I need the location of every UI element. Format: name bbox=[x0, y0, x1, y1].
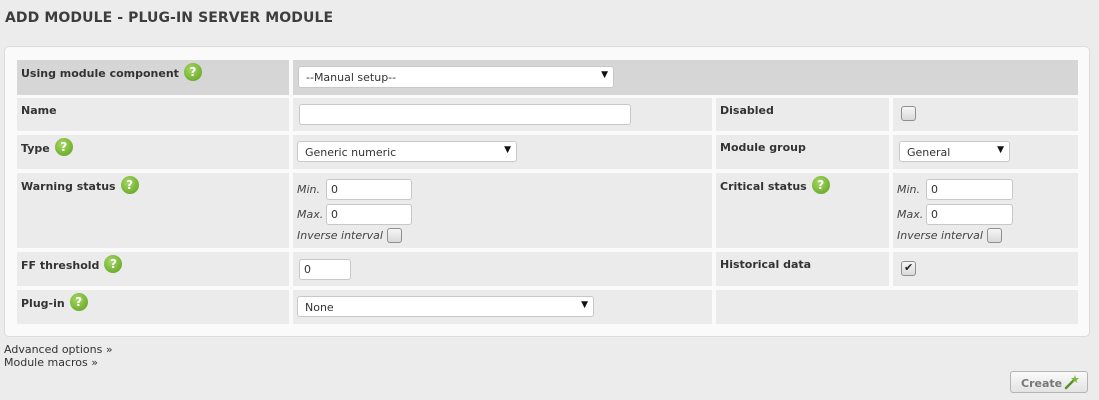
plugin-empty-cell bbox=[716, 290, 1078, 324]
type-label: Type bbox=[21, 142, 50, 155]
type-select[interactable]: Generic numeric ▼ bbox=[297, 141, 517, 162]
critical-label: Critical status bbox=[720, 180, 807, 193]
warning-label: Warning status bbox=[21, 180, 116, 193]
help-icon[interactable]: ? bbox=[811, 176, 830, 194]
disabled-checkbox[interactable] bbox=[901, 106, 916, 121]
historical-value-cell bbox=[893, 252, 1078, 286]
historical-checkbox[interactable] bbox=[901, 261, 916, 276]
chevron-down-icon: ▼ bbox=[601, 70, 608, 80]
ff-threshold-input[interactable]: 0 bbox=[299, 259, 351, 280]
critical-max-label: Max. bbox=[897, 208, 924, 221]
warning-value-cell: Min. 0 Max. 0 Inverse interval bbox=[293, 173, 712, 248]
module-group-value-cell: General ▼ bbox=[893, 135, 1078, 169]
name-label-cell: Name bbox=[17, 98, 289, 131]
ff-threshold-label-cell: FF threshold? bbox=[17, 252, 289, 286]
name-input[interactable] bbox=[299, 104, 631, 125]
plugin-label-cell: Plug-in? bbox=[17, 290, 289, 324]
critical-label-cell: Critical status? bbox=[716, 173, 889, 248]
warning-max-input[interactable]: 0 bbox=[326, 204, 412, 225]
name-label: Name bbox=[21, 104, 57, 117]
critical-inverse-label: Inverse interval bbox=[897, 229, 983, 242]
warning-max-label: Max. bbox=[297, 208, 324, 221]
help-icon[interactable]: ? bbox=[183, 63, 202, 81]
help-icon[interactable]: ? bbox=[104, 255, 123, 273]
plugin-value-cell: None ▼ bbox=[293, 290, 712, 324]
component-select[interactable]: --Manual setup-- ▼ bbox=[298, 66, 614, 88]
help-icon[interactable]: ? bbox=[54, 138, 73, 156]
warning-label-cell: Warning status? bbox=[17, 173, 289, 248]
historical-label: Historical data bbox=[720, 258, 812, 271]
disabled-label: Disabled bbox=[720, 104, 774, 117]
plugin-label: Plug-in bbox=[21, 297, 65, 310]
help-icon[interactable]: ? bbox=[120, 176, 139, 194]
create-button[interactable]: Create bbox=[1010, 371, 1088, 393]
chevron-down-icon: ▼ bbox=[504, 145, 511, 155]
historical-label-cell: Historical data bbox=[716, 252, 889, 286]
component-value-cell: --Manual setup-- ▼ bbox=[293, 60, 1078, 95]
critical-value-cell: Min. 0 Max. 0 Inverse interval bbox=[893, 173, 1078, 248]
plugin-select[interactable]: None ▼ bbox=[297, 296, 594, 317]
critical-max-input[interactable]: 0 bbox=[926, 204, 1013, 225]
module-group-select[interactable]: General ▼ bbox=[899, 141, 1010, 162]
chevron-down-icon: ▼ bbox=[581, 300, 588, 310]
module-group-label-cell: Module group bbox=[716, 135, 889, 169]
warning-inverse-label: Inverse interval bbox=[297, 229, 383, 242]
warning-inverse-checkbox[interactable] bbox=[387, 228, 402, 243]
critical-inverse-checkbox[interactable] bbox=[987, 228, 1002, 243]
disabled-label-cell: Disabled bbox=[716, 98, 889, 131]
page-title: ADD MODULE - PLUG-IN SERVER MODULE bbox=[5, 10, 334, 26]
type-label-cell: Type? bbox=[17, 135, 289, 169]
critical-min-input[interactable]: 0 bbox=[926, 179, 1013, 200]
component-label-cell: Using module component? bbox=[17, 60, 289, 95]
component-label: Using module component bbox=[21, 67, 179, 80]
create-label: Create bbox=[1021, 377, 1063, 390]
ff-threshold-label: FF threshold bbox=[21, 259, 100, 272]
advanced-options-link[interactable]: Advanced options » bbox=[4, 343, 113, 356]
magic-wand-icon bbox=[1063, 374, 1081, 393]
ff-threshold-value-cell: 0 bbox=[293, 252, 712, 286]
module-group-label: Module group bbox=[720, 141, 806, 154]
module-form-panel: Using module component? --Manual setup--… bbox=[4, 46, 1090, 337]
disabled-value-cell bbox=[893, 98, 1078, 131]
name-value-cell bbox=[293, 98, 712, 131]
critical-min-label: Min. bbox=[897, 183, 921, 196]
help-icon[interactable]: ? bbox=[69, 293, 88, 311]
chevron-down-icon: ▼ bbox=[997, 145, 1004, 155]
warning-min-label: Min. bbox=[297, 183, 321, 196]
warning-min-input[interactable]: 0 bbox=[326, 179, 412, 200]
type-value-cell: Generic numeric ▼ bbox=[293, 135, 712, 169]
module-macros-link[interactable]: Module macros » bbox=[4, 356, 98, 369]
